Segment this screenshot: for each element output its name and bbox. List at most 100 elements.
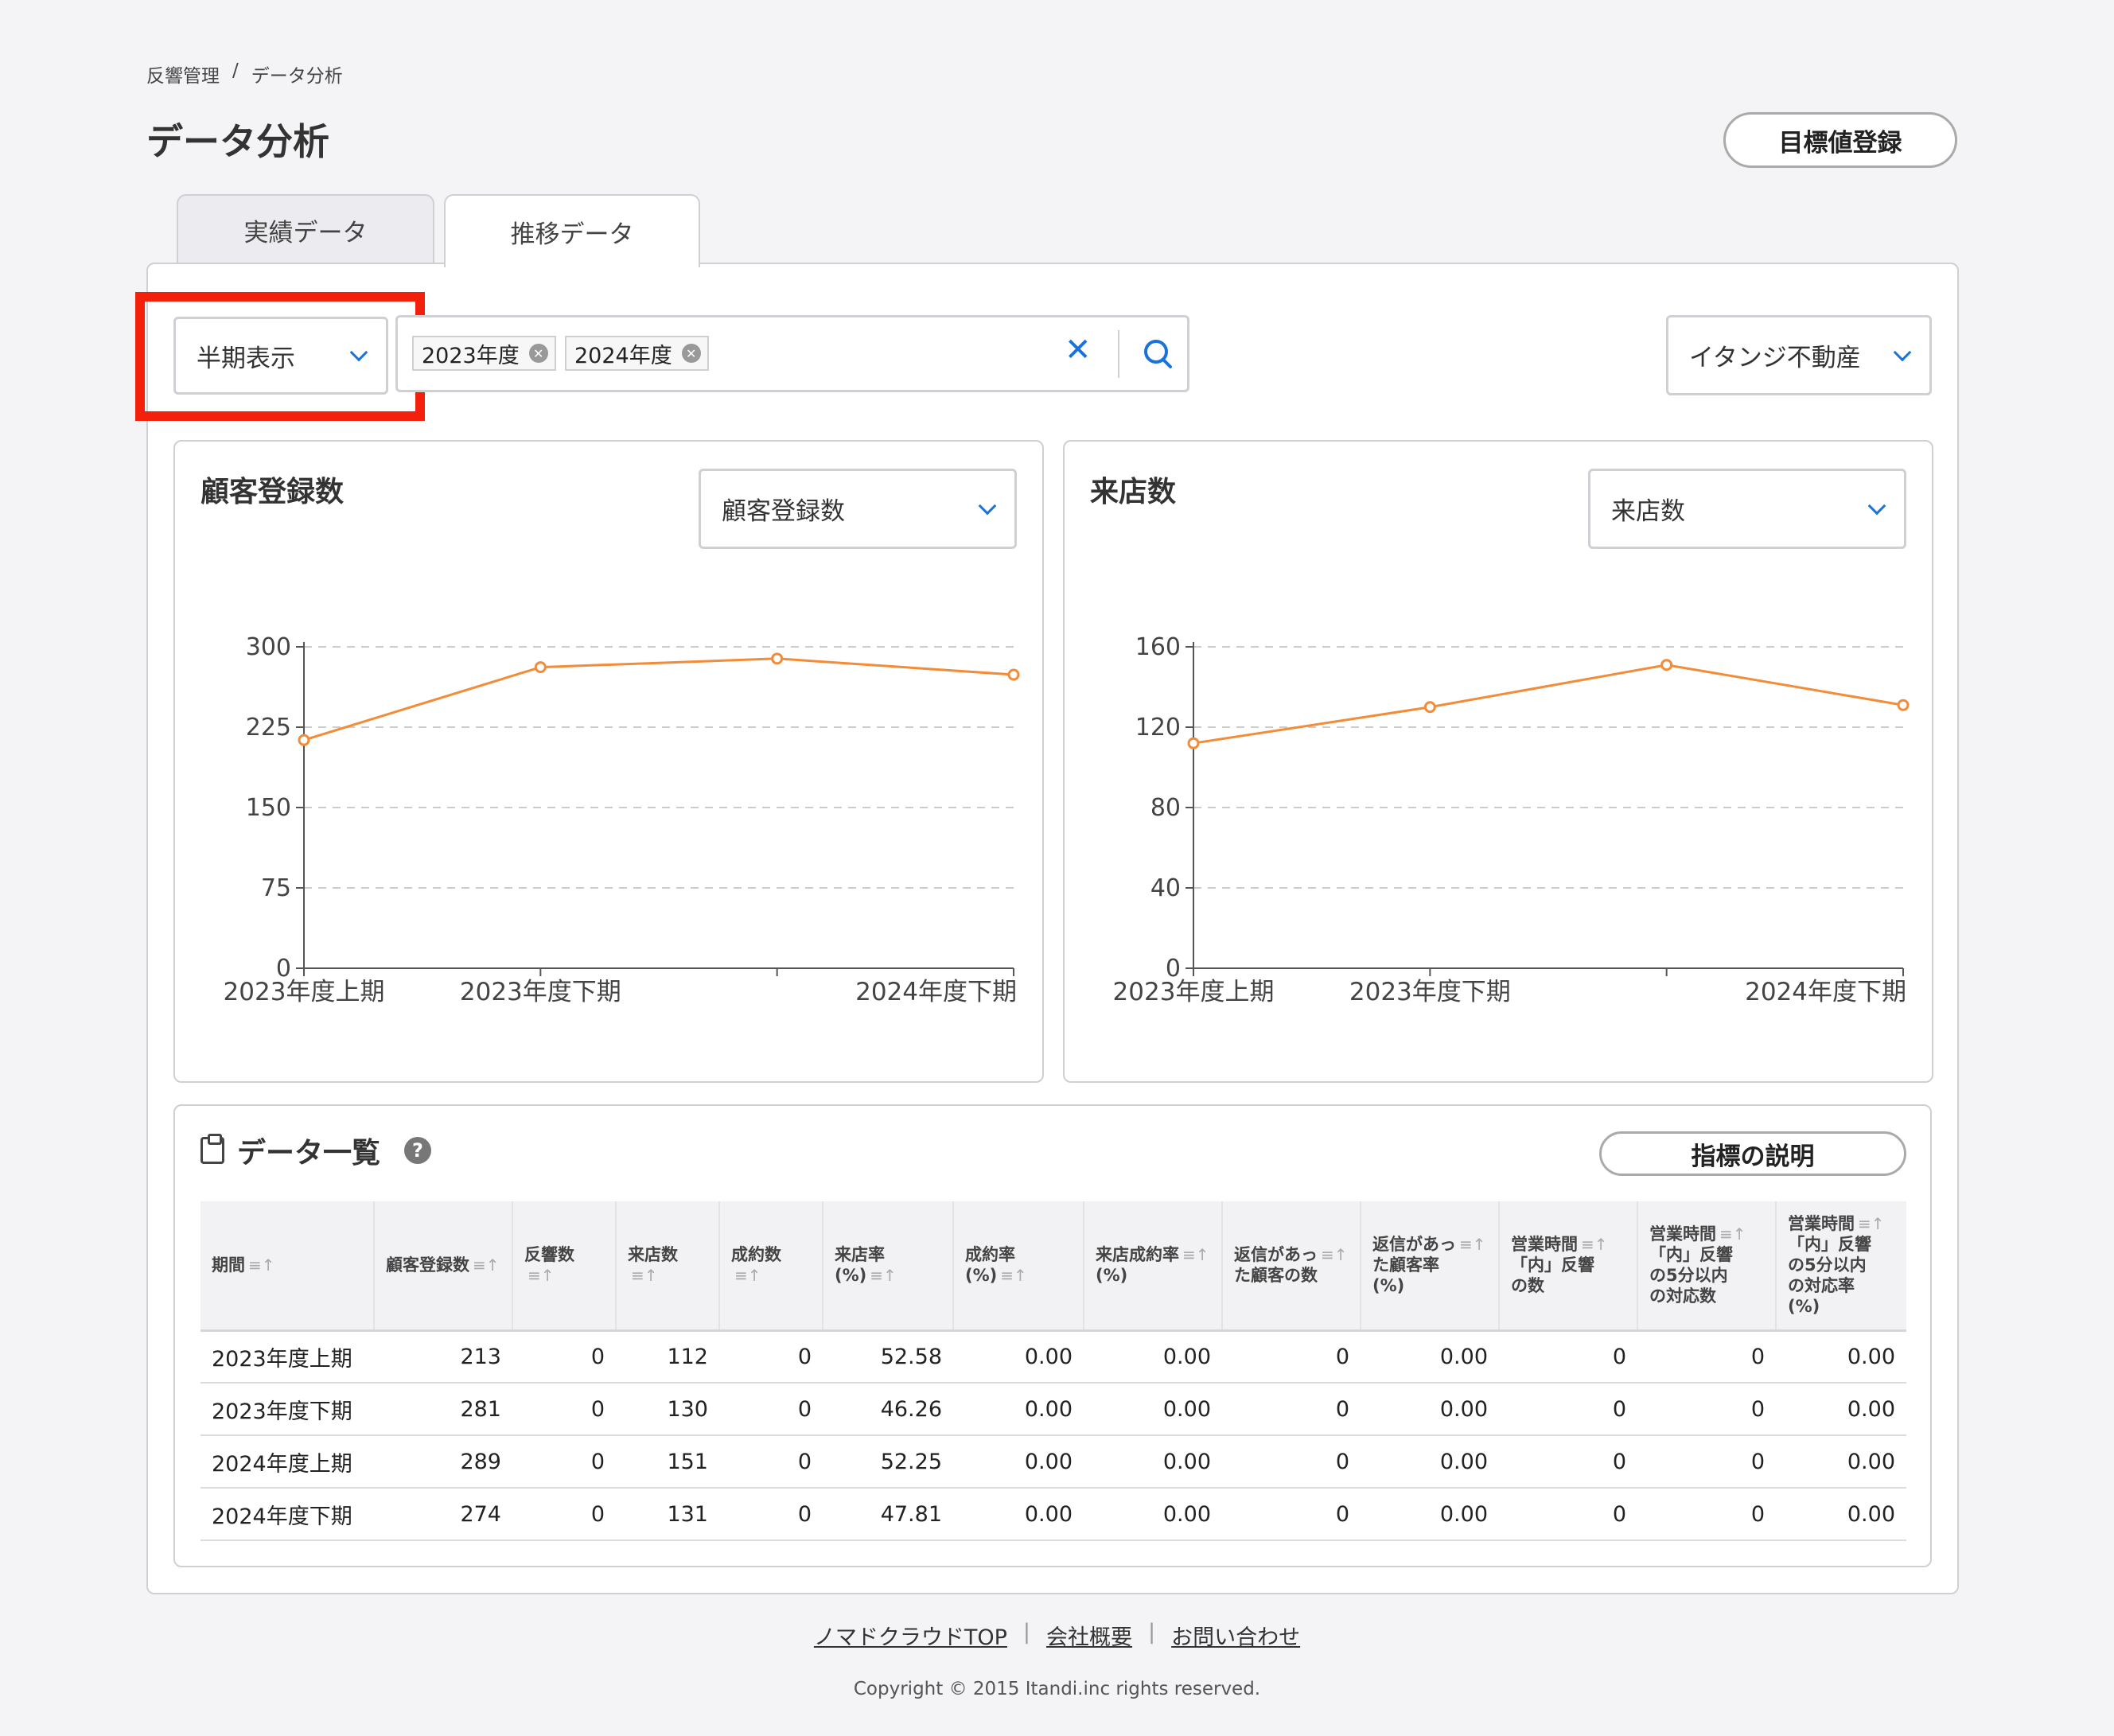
footer-links: ノマドクラウドTOP | 会社概要 | お問い合わせ bbox=[0, 1620, 2114, 1651]
sort-icon[interactable]: ≡↑ bbox=[528, 1266, 555, 1285]
table-body: 2023年度上期 213 0 112 0 52.58 0.00 0.00 0 0.00 0 0 0.00… bbox=[200, 1330, 1906, 1541]
column-header[interactable]: 顧客登録数 ≡↑ bbox=[373, 1201, 512, 1332]
column-header[interactable]: 期間 ≡↑ bbox=[200, 1201, 374, 1332]
footer-link-contact[interactable]: お問い合わせ bbox=[1155, 1620, 1316, 1651]
table-row: 2023年度上期 213 0 112 0 52.58 0.00 0.00 0 0.00 0 0 0.00 bbox=[200, 1330, 1906, 1384]
tab-results[interactable]: 実績データ bbox=[177, 194, 434, 264]
help-icon[interactable]: ? bbox=[404, 1137, 432, 1164]
column-header-label: の数 bbox=[1511, 1276, 1544, 1296]
chart-card-registrations: 顧客登録数 顧客登録数 0 75 150 225 300 2023年度上期 2023年度下期… bbox=[173, 440, 1044, 1083]
data-point bbox=[1897, 699, 1910, 711]
data-point bbox=[298, 734, 310, 746]
x-tick-label: 2023年度上期 bbox=[1113, 978, 1275, 1006]
table-cell: 0 bbox=[1222, 1383, 1361, 1436]
chart-metric-select-value: 顧客登録数 bbox=[722, 497, 845, 526]
period-select-value: 半期表示 bbox=[197, 344, 295, 373]
sort-icon[interactable]: ≡↑ bbox=[1000, 1266, 1027, 1285]
data-point bbox=[771, 652, 784, 665]
column-header-label: 顧客登録数 bbox=[386, 1255, 469, 1275]
column-header-label: 営業時間 bbox=[1511, 1235, 1578, 1255]
year-chip: 2023年度 ✕ bbox=[412, 336, 556, 371]
table-cell: 0 bbox=[512, 1383, 616, 1436]
data-list-title: データ一覧 bbox=[237, 1137, 381, 1170]
table-cell: 0.00 bbox=[953, 1383, 1084, 1436]
company-select-value: イタンジ不動産 bbox=[1689, 344, 1861, 372]
sort-icon[interactable]: ≡↑ bbox=[1321, 1245, 1348, 1264]
column-header-label: た顧客の数 bbox=[1234, 1266, 1318, 1286]
column-header-label: た顧客率 bbox=[1372, 1255, 1439, 1275]
table-row: 2024年度上期 289 0 151 0 52.25 0.00 0.00 0 0.00 0 0 0.00 bbox=[200, 1435, 1906, 1489]
clear-icon[interactable]: ✕ bbox=[1065, 332, 1092, 368]
table-cell: 0.00 bbox=[1084, 1488, 1222, 1541]
data-point bbox=[1007, 668, 1020, 681]
sort-icon[interactable]: ≡↑ bbox=[473, 1255, 500, 1275]
column-header[interactable]: 来店数≡↑ bbox=[615, 1201, 719, 1332]
chart-metric-select[interactable]: 顧客登録数 bbox=[699, 469, 1017, 549]
y-tick-label: 150 bbox=[246, 794, 291, 822]
breadcrumb: 反響管理 / データ分析 bbox=[146, 60, 343, 88]
chart-metric-select[interactable]: 来店数 bbox=[1588, 469, 1906, 549]
footer-link-top[interactable]: ノマドクラウドTOP bbox=[798, 1620, 1023, 1651]
search-button[interactable] bbox=[1131, 329, 1184, 380]
chart-card-visits: 来店数 来店数 0 40 80 120 160 2023年度上期 2023年度下期 2024年… bbox=[1063, 440, 1933, 1083]
sort-icon[interactable]: ≡↑ bbox=[870, 1266, 897, 1285]
chevron-down-icon bbox=[349, 343, 368, 362]
footer-link-company[interactable]: 会社概要 bbox=[1030, 1620, 1148, 1651]
column-header[interactable]: 成約率(%) ≡↑ bbox=[952, 1201, 1084, 1332]
breadcrumb-item-response[interactable]: 反響管理 bbox=[146, 60, 220, 88]
y-tick-label: 300 bbox=[246, 633, 291, 661]
table-cell: 289 bbox=[374, 1435, 512, 1489]
column-header[interactable]: 営業時間 ≡↑ 「内」反響 の5分以内 の対応率 (%) bbox=[1775, 1201, 1906, 1332]
table-cell: 0.00 bbox=[1361, 1435, 1499, 1489]
sort-icon[interactable]: ≡↑ bbox=[1858, 1214, 1885, 1233]
tab-trend[interactable]: 推移データ bbox=[444, 194, 700, 267]
chip-remove-icon[interactable]: ✕ bbox=[528, 344, 548, 363]
table-cell: 0 bbox=[1499, 1330, 1637, 1384]
filter-divider bbox=[1118, 330, 1119, 378]
chart-title: 顧客登録数 bbox=[200, 476, 345, 508]
year-filter-input[interactable]: 2023年度 ✕ 2024年度 ✕ ✕ bbox=[395, 315, 1189, 392]
column-header-label: の対応数 bbox=[1649, 1286, 1716, 1306]
x-tick-label: 2023年度下期 bbox=[1349, 978, 1511, 1006]
period-select[interactable]: 半期表示 bbox=[173, 317, 388, 395]
chart-title: 来店数 bbox=[1090, 476, 1177, 508]
column-header-label: 返信があっ bbox=[1372, 1235, 1456, 1255]
sort-icon[interactable]: ≡↑ bbox=[734, 1266, 761, 1285]
table-cell: 0.00 bbox=[953, 1435, 1084, 1489]
column-header[interactable]: 来店率(%) ≡↑ bbox=[822, 1201, 953, 1332]
register-target-button[interactable]: 目標値登録 bbox=[1723, 112, 1957, 168]
sort-icon[interactable]: ≡↑ bbox=[631, 1266, 658, 1285]
column-header-label: 「内」反響 bbox=[1511, 1255, 1594, 1275]
year-chip-label: 2023年度 bbox=[422, 343, 520, 368]
column-header[interactable]: 返信があっ ≡↑ た顧客の数 bbox=[1221, 1201, 1361, 1332]
table-cell: 0.00 bbox=[1776, 1383, 1906, 1436]
column-header-label: 期間 bbox=[212, 1255, 245, 1275]
page-title: データ分析 bbox=[146, 120, 329, 163]
table-cell: 112 bbox=[616, 1330, 719, 1384]
sort-icon[interactable]: ≡↑ bbox=[1719, 1224, 1746, 1244]
column-header[interactable]: 営業時間 ≡↑ 「内」反響 の数 bbox=[1498, 1201, 1637, 1332]
column-header[interactable]: 成約数≡↑ bbox=[718, 1201, 823, 1332]
column-header[interactable]: 返信があっ ≡↑ た顧客率 (%) bbox=[1360, 1201, 1499, 1332]
column-header[interactable]: 営業時間 ≡↑ 「内」反響 の5分以内 の対応数 bbox=[1637, 1201, 1776, 1332]
x-tick-label: 2023年度下期 bbox=[460, 978, 621, 1006]
y-tick-label: 40 bbox=[1150, 874, 1181, 902]
table-cell: 0 bbox=[719, 1330, 823, 1384]
chip-remove-icon[interactable]: ✕ bbox=[681, 344, 701, 363]
sort-icon[interactable]: ≡↑ bbox=[1581, 1235, 1608, 1254]
table-cell: 281 bbox=[374, 1383, 512, 1436]
sort-icon[interactable]: ≡↑ bbox=[248, 1255, 275, 1275]
table-cell: 0 bbox=[1222, 1330, 1361, 1384]
column-header[interactable]: 来店成約率 ≡↑ (%) bbox=[1083, 1201, 1222, 1332]
sort-icon[interactable]: ≡↑ bbox=[1459, 1235, 1486, 1254]
company-select[interactable]: イタンジ不動産 bbox=[1666, 315, 1932, 395]
metric-explanation-button[interactable]: 指標の説明 bbox=[1599, 1131, 1906, 1176]
table-cell: 0 bbox=[1637, 1488, 1776, 1541]
column-header[interactable]: 反響数≡↑ bbox=[512, 1201, 616, 1332]
table-cell: 0.00 bbox=[1361, 1330, 1499, 1384]
footer-separator: | bbox=[1148, 1620, 1156, 1645]
table-cell: 0 bbox=[1499, 1488, 1637, 1541]
column-header-label: 営業時間 bbox=[1788, 1214, 1855, 1234]
sort-icon[interactable]: ≡↑ bbox=[1182, 1245, 1209, 1264]
table-cell: 0.00 bbox=[953, 1330, 1084, 1384]
